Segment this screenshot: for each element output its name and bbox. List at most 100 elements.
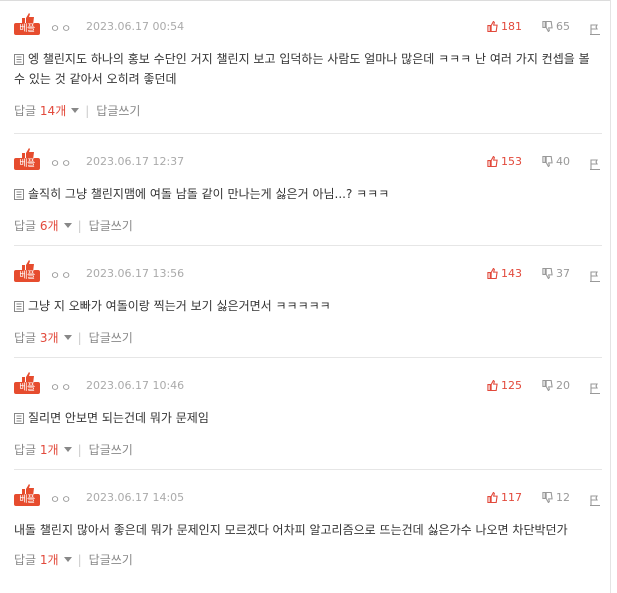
comment-date: 2023.06.17 12:37 — [86, 155, 185, 168]
downvote-count: 40 — [556, 155, 570, 168]
caret-down-icon — [63, 335, 72, 340]
top-border — [0, 0, 611, 1]
upvote-count: 153 — [501, 155, 522, 168]
downvote-button[interactable]: 40 — [542, 155, 570, 168]
caret-down-icon — [63, 447, 72, 452]
document-icon — [14, 54, 24, 65]
document-icon — [14, 189, 24, 200]
upvote-button[interactable]: 117 — [487, 491, 522, 504]
comment-divider — [14, 357, 602, 358]
downvote-count: 12 — [556, 491, 570, 504]
separator: | — [77, 331, 82, 345]
comment-date: 2023.06.17 10:46 — [86, 379, 185, 392]
caret-down-icon — [71, 108, 80, 113]
write-reply-button[interactable]: 답글쓰기 — [89, 443, 133, 457]
comment-item: 베플 ㅇㅇ 2023.06.17 13:56 143 37 그냥 지 오빠가 여… — [14, 260, 602, 347]
comment-header: 베플 ㅇㅇ 2023.06.17 12:37 153 40 — [14, 148, 602, 176]
best-comment-badge: 베플 — [14, 260, 40, 284]
upvote-button[interactable]: 181 — [487, 20, 522, 33]
best-comment-badge: 베플 — [14, 372, 40, 396]
comment-footer: 답글 1개 | 답글쓰기 — [14, 441, 602, 459]
document-icon — [14, 301, 24, 312]
caret-down-icon — [63, 223, 72, 228]
comment-footer: 답글 6개 | 답글쓰기 — [14, 217, 602, 235]
thumbs-down-icon — [542, 379, 553, 392]
downvote-count: 65 — [556, 20, 570, 33]
report-icon[interactable] — [590, 379, 600, 398]
downvote-button[interactable]: 37 — [542, 267, 570, 280]
downvote-button[interactable]: 20 — [542, 379, 570, 392]
comment-author[interactable]: ㅇㅇ — [50, 267, 72, 283]
comment-divider — [14, 245, 602, 246]
downvote-count: 37 — [556, 267, 570, 280]
comment-divider — [14, 469, 602, 470]
thumbs-up-icon — [487, 155, 498, 168]
separator: | — [77, 443, 82, 457]
right-border — [610, 0, 611, 593]
upvote-count: 143 — [501, 267, 522, 280]
downvote-button[interactable]: 12 — [542, 491, 570, 504]
comment-footer: 답글 1개 | 답글쓰기 — [14, 551, 602, 569]
reply-toggle[interactable]: 답글 14개 — [14, 104, 80, 118]
best-comment-badge: 베플 — [14, 13, 40, 37]
comment-header: 베플 ㅇㅇ 2023.06.17 13:56 143 37 — [14, 260, 602, 288]
report-icon[interactable] — [590, 155, 600, 174]
best-comment-badge: 베플 — [14, 484, 40, 508]
comment-date: 2023.06.17 00:54 — [86, 20, 185, 33]
thumbs-down-icon — [542, 267, 553, 280]
document-icon — [14, 413, 24, 424]
reply-toggle[interactable]: 답글 1개 — [14, 443, 72, 457]
upvote-count: 117 — [501, 491, 522, 504]
downvote-count: 20 — [556, 379, 570, 392]
thumbs-down-icon — [542, 491, 553, 504]
upvote-button[interactable]: 153 — [487, 155, 522, 168]
comment-date: 2023.06.17 14:05 — [86, 491, 185, 504]
thumbs-down-icon — [542, 155, 553, 168]
comment-footer: 답글 3개 | 답글쓰기 — [14, 329, 602, 347]
separator: | — [77, 553, 82, 567]
comment-item: 베플 ㅇㅇ 2023.06.17 12:37 153 40 솔직히 그냥 챌린지… — [14, 148, 602, 235]
comment-item: 베플 ㅇㅇ 2023.06.17 10:46 125 20 질리면 안보면 되는… — [14, 372, 602, 459]
upvote-button[interactable]: 143 — [487, 267, 522, 280]
comment-header: 베플 ㅇㅇ 2023.06.17 14:05 117 12 — [14, 484, 602, 512]
comment-header: 베플 ㅇㅇ 2023.06.17 00:54 181 65 — [14, 13, 602, 41]
write-reply-button[interactable]: 답글쓰기 — [89, 219, 133, 233]
best-comment-badge: 베플 — [14, 148, 40, 172]
comment-divider — [14, 133, 602, 134]
write-reply-button[interactable]: 답글쓰기 — [96, 104, 140, 118]
caret-down-icon — [63, 557, 72, 562]
comment-author[interactable]: ㅇㅇ — [50, 20, 72, 36]
thumbs-up-icon — [487, 20, 498, 33]
comment-author[interactable]: ㅇㅇ — [50, 155, 72, 171]
thumbs-up-icon — [487, 267, 498, 280]
thumbs-up-icon — [487, 379, 498, 392]
separator: | — [77, 219, 82, 233]
comment-footer: 답글 14개 | 답글쓰기 — [14, 102, 602, 120]
upvote-button[interactable]: 125 — [487, 379, 522, 392]
comment-text: 내돌 챌린지 많아서 좋은데 뭐가 문제인지 모르겠다 어차피 알고리즘으로 뜨… — [14, 523, 568, 537]
reply-toggle[interactable]: 답글 6개 — [14, 219, 72, 233]
comment-date: 2023.06.17 13:56 — [86, 267, 185, 280]
thumbs-down-icon — [542, 20, 553, 33]
comment-author[interactable]: ㅇㅇ — [50, 491, 72, 507]
reply-toggle[interactable]: 답글 1개 — [14, 553, 72, 567]
comment-author[interactable]: ㅇㅇ — [50, 379, 72, 395]
report-icon[interactable] — [590, 20, 600, 39]
comment-header: 베플 ㅇㅇ 2023.06.17 10:46 125 20 — [14, 372, 602, 400]
write-reply-button[interactable]: 답글쓰기 — [89, 331, 133, 345]
comment-item: 베플 ㅇㅇ 2023.06.17 00:54 181 65 엥 챌린지도 하나의… — [14, 13, 602, 120]
separator: | — [85, 104, 90, 118]
downvote-button[interactable]: 65 — [542, 20, 570, 33]
write-reply-button[interactable]: 답글쓰기 — [89, 553, 133, 567]
reply-toggle[interactable]: 답글 3개 — [14, 331, 72, 345]
comment-text: 그냥 지 오빠가 여돌이랑 찍는거 보기 싫은거면서 ㅋㅋㅋㅋㅋ — [14, 296, 602, 316]
report-icon[interactable] — [590, 267, 600, 286]
comment-text: 솔직히 그냥 챌린지맴에 여돌 남돌 같이 만나는게 싫은거 아님...? ㅋㅋ… — [14, 184, 602, 204]
comment-text: 엥 챌린지도 하나의 홍보 수단인 거지 챌린지 보고 입덕하는 사람도 얼마나… — [14, 52, 590, 86]
upvote-count: 181 — [501, 20, 522, 33]
comment-item: 베플 ㅇㅇ 2023.06.17 14:05 117 12 내돌 챌린지 많아서… — [14, 484, 602, 569]
thumbs-up-icon — [487, 491, 498, 504]
comment-text: 질리면 안보면 되는건데 뭐가 문제임 — [14, 408, 602, 428]
upvote-count: 125 — [501, 379, 522, 392]
report-icon[interactable] — [590, 491, 600, 510]
